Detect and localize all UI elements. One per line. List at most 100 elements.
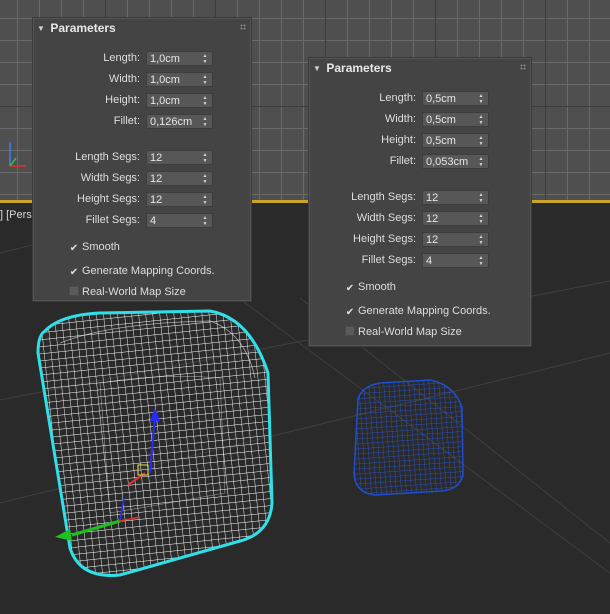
segs-row: Width Segs: (33, 171, 140, 187)
segs-row: Width Segs: (309, 211, 416, 227)
segs-row: Fillet Segs: (33, 213, 140, 229)
param-spinner[interactable]: 0,5cm ▲ ▼ (422, 91, 489, 106)
spinner-arrows-icon[interactable]: ▲ ▼ (202, 152, 208, 164)
param-spinner[interactable]: 12 ▲ ▼ (422, 232, 489, 247)
spinner-arrows-icon[interactable]: ▲ ▼ (202, 173, 208, 185)
spinner-arrows-icon[interactable]: ▲ ▼ (202, 215, 208, 227)
param-value[interactable]: 1,0cm (150, 95, 180, 107)
option-label: Smooth (358, 281, 396, 293)
checkmark-icon[interactable]: ✔ (69, 268, 79, 278)
param-label: Width Segs: (356, 212, 416, 224)
param-row: Height: (33, 93, 140, 109)
param-label: Width: (384, 113, 416, 125)
spinner-arrows-icon[interactable]: ▲ ▼ (202, 74, 208, 86)
checkbox-empty-icon[interactable] (345, 326, 355, 336)
panel-title: Parameters (326, 61, 392, 75)
spinner-arrows-icon[interactable]: ▲ ▼ (202, 194, 208, 206)
param-spinner[interactable]: 12 ▲ ▼ (146, 192, 213, 207)
panel-title-bar[interactable]: ▼ Parameters (309, 58, 531, 78)
parameters-panel-small: ▼ Parameters Length: 0,5cm ▲ ▼ Width: 0,5cm ▲ ▼… (308, 57, 532, 347)
param-spinner[interactable]: 0,126cm ▲ ▼ (146, 114, 213, 129)
param-spinner[interactable]: 1,0cm ▲ ▼ (146, 93, 213, 108)
spinner-arrows-icon[interactable]: ▲ ▼ (478, 93, 484, 105)
spinner-arrows-icon[interactable]: ▲ ▼ (478, 135, 484, 147)
param-label: Width: (108, 73, 140, 85)
spinner-arrows-icon[interactable]: ▲ ▼ (478, 234, 484, 246)
spinner-arrows-icon[interactable]: ▲ ▼ (478, 156, 484, 168)
param-value[interactable]: 0,053cm (426, 156, 468, 168)
param-label: Fillet: (113, 115, 140, 127)
option-checkbox[interactable]: ✔ Generate Mapping Coords. (345, 305, 491, 319)
param-value[interactable]: 12 (150, 152, 162, 164)
option-checkbox[interactable]: ✔ Smooth (345, 281, 396, 295)
panel-title: Parameters (50, 21, 116, 35)
segs-row: Height Segs: (309, 232, 416, 248)
param-spinner[interactable]: 12 ▲ ▼ (146, 150, 213, 165)
option-checkbox[interactable]: Real-World Map Size (69, 286, 186, 300)
segs-row: Length Segs: (33, 150, 140, 166)
spinner-arrows-icon[interactable]: ▲ ▼ (478, 213, 484, 225)
checkmark-icon[interactable]: ✔ (69, 244, 79, 254)
spinner-arrows-icon[interactable]: ▲ ▼ (202, 116, 208, 128)
param-spinner[interactable]: 1,0cm ▲ ▼ (146, 72, 213, 87)
option-label: Real-World Map Size (358, 326, 462, 338)
param-value[interactable]: 0,5cm (426, 114, 456, 126)
param-label: Fillet: (389, 155, 416, 167)
checkmark-icon[interactable]: ✔ (345, 308, 355, 318)
param-row: Fillet: (309, 154, 416, 170)
param-label: Length: (379, 92, 416, 104)
param-spinner[interactable]: 0,053cm ▲ ▼ (422, 154, 489, 169)
drag-grip-icon[interactable] (240, 24, 246, 30)
param-value[interactable]: 0,126cm (150, 116, 192, 128)
param-value[interactable]: 1,0cm (150, 53, 180, 65)
param-label: Fillet Segs: (361, 254, 416, 266)
spinner-arrows-icon[interactable]: ▲ ▼ (202, 95, 208, 107)
option-label: Generate Mapping Coords. (82, 265, 215, 277)
spinner-arrows-icon[interactable]: ▲ ▼ (478, 114, 484, 126)
param-spinner[interactable]: 1,0cm ▲ ▼ (146, 51, 213, 66)
param-spinner[interactable]: 0,5cm ▲ ▼ (422, 133, 489, 148)
param-spinner[interactable]: 12 ▲ ▼ (422, 190, 489, 205)
param-value[interactable]: 12 (426, 234, 438, 246)
viewport-label[interactable]: ] [Pers (0, 209, 32, 221)
param-label: Height Segs: (353, 233, 416, 245)
param-label: Height: (381, 134, 416, 146)
option-label: Real-World Map Size (82, 286, 186, 298)
param-value[interactable]: 4 (150, 215, 156, 227)
checkbox-empty-icon[interactable] (69, 286, 79, 296)
option-checkbox[interactable]: ✔ Smooth (69, 241, 120, 255)
param-label: Height Segs: (77, 193, 140, 205)
param-row: Length: (33, 51, 140, 67)
option-label: Generate Mapping Coords. (358, 305, 491, 317)
param-spinner[interactable]: 0,5cm ▲ ▼ (422, 112, 489, 127)
small-fillet-box[interactable] (353, 379, 464, 496)
param-row: Width: (309, 112, 416, 128)
param-value[interactable]: 12 (150, 194, 162, 206)
param-value[interactable]: 4 (426, 255, 432, 267)
param-value[interactable]: 0,5cm (426, 135, 456, 147)
option-checkbox[interactable]: ✔ Generate Mapping Coords. (69, 265, 215, 279)
panel-title-bar[interactable]: ▼ Parameters (33, 18, 251, 38)
option-checkbox[interactable]: Real-World Map Size (345, 326, 462, 340)
param-row: Width: (33, 72, 140, 88)
collapse-arrow-icon[interactable]: ▼ (313, 59, 323, 79)
param-value[interactable]: 0,5cm (426, 93, 456, 105)
param-value[interactable]: 1,0cm (150, 74, 180, 86)
segs-row: Height Segs: (33, 192, 140, 208)
spinner-arrows-icon[interactable]: ▲ ▼ (202, 53, 208, 65)
param-spinner[interactable]: 12 ▲ ▼ (422, 211, 489, 226)
param-label: Width Segs: (80, 172, 140, 184)
param-spinner[interactable]: 4 ▲ ▼ (422, 253, 489, 268)
param-value[interactable]: 12 (150, 173, 162, 185)
parameters-panel-large: ▼ Parameters Length: 1,0cm ▲ ▼ Width: 1,0cm ▲ ▼… (32, 17, 252, 302)
collapse-arrow-icon[interactable]: ▼ (37, 19, 47, 39)
spinner-arrows-icon[interactable]: ▲ ▼ (478, 192, 484, 204)
spinner-arrows-icon[interactable]: ▲ ▼ (478, 255, 484, 267)
param-row: Fillet: (33, 114, 140, 130)
checkmark-icon[interactable]: ✔ (345, 284, 355, 294)
param-spinner[interactable]: 12 ▲ ▼ (146, 171, 213, 186)
drag-grip-icon[interactable] (520, 64, 526, 70)
param-value[interactable]: 12 (426, 192, 438, 204)
param-spinner[interactable]: 4 ▲ ▼ (146, 213, 213, 228)
param-value[interactable]: 12 (426, 213, 438, 225)
